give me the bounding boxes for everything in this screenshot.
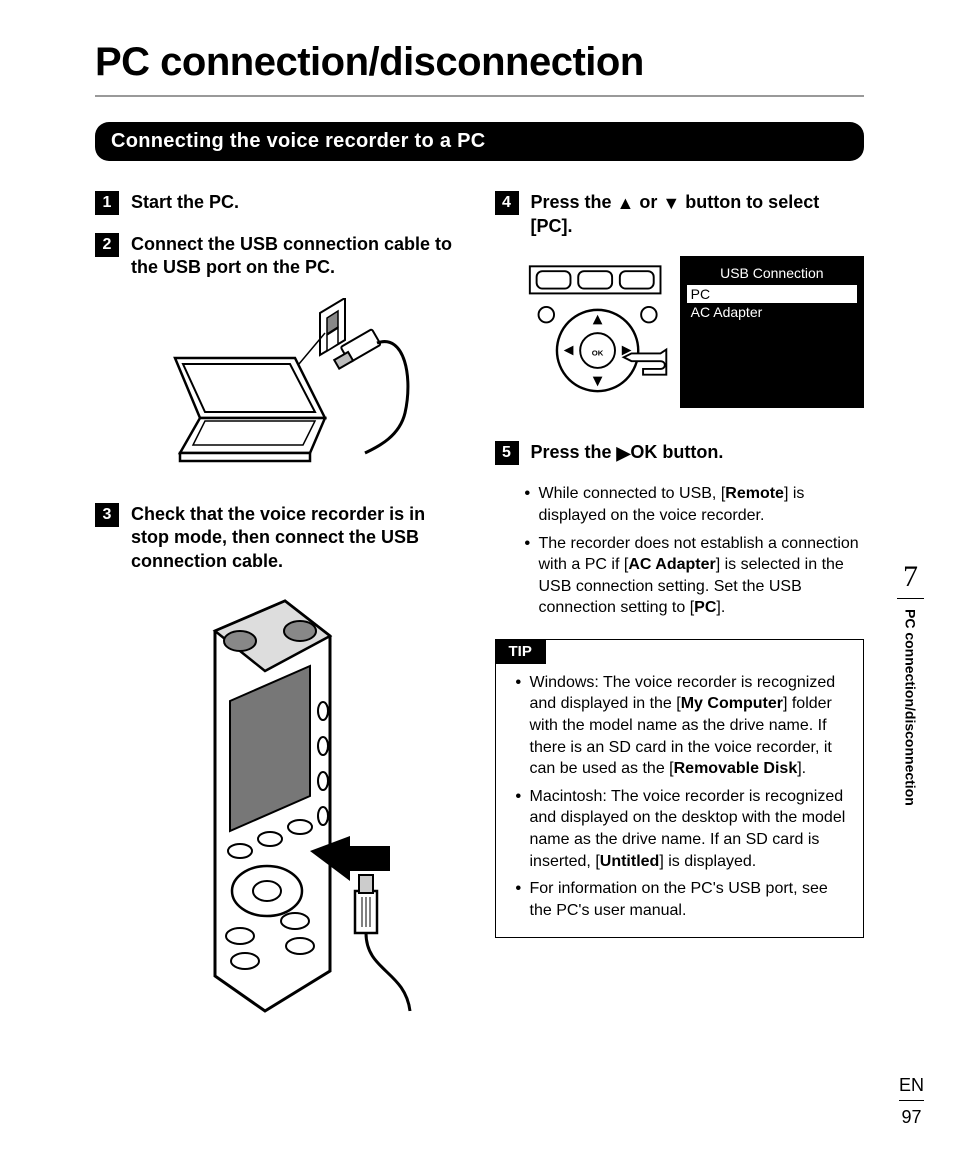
triangle-right-icon: ▶ bbox=[617, 442, 631, 465]
step-number: 5 bbox=[495, 441, 519, 465]
side-tab: 7 PC connection/disconnection bbox=[897, 560, 924, 806]
left-column: 1 Start the PC. 2 Connect the USB connec… bbox=[95, 191, 465, 1071]
list-item: For information on the PC's USB port, se… bbox=[516, 878, 850, 921]
device-screen: USB Connection PC AC Adapter bbox=[680, 256, 864, 408]
page-title: PC connection/disconnection bbox=[95, 40, 864, 85]
tip-box: TIP Windows: The voice recorder is recog… bbox=[495, 639, 865, 939]
tip-label: TIP bbox=[495, 639, 546, 664]
step-4: 4 Press the ▲ or ▼ button to select [PC]… bbox=[495, 191, 865, 238]
list-item: While connected to USB, [Remote] is disp… bbox=[525, 483, 865, 526]
recorder-illustration bbox=[95, 591, 465, 1041]
list-item: The recorder does not establish a connec… bbox=[525, 533, 865, 619]
title-rule bbox=[95, 95, 864, 97]
side-label: PC connection/disconnection bbox=[903, 609, 919, 806]
section-header: Connecting the voice recorder to a PC bbox=[95, 122, 864, 161]
svg-text:OK: OK bbox=[591, 349, 603, 358]
screen-title: USB Connection bbox=[687, 263, 857, 285]
screen-item-ac-adapter: AC Adapter bbox=[687, 303, 857, 321]
step-number: 3 bbox=[95, 503, 119, 527]
list-item: Windows: The voice recorder is recognize… bbox=[516, 672, 850, 780]
step-number: 2 bbox=[95, 233, 119, 257]
right-column: 4 Press the ▲ or ▼ button to select [PC]… bbox=[495, 191, 865, 1071]
laptop-usb-icon bbox=[145, 298, 415, 473]
page-footer: EN 97 bbox=[899, 1075, 924, 1128]
step-number: 1 bbox=[95, 191, 119, 215]
step-text: Press the ▲ or ▼ button to select [PC]. bbox=[531, 191, 865, 238]
step-5: 5 Press the ▶OK button. bbox=[495, 441, 865, 465]
device-screen-row: OK USB Connection PC AC Adapter bbox=[525, 256, 865, 416]
tip-list: Windows: The voice recorder is recognize… bbox=[496, 672, 864, 938]
step-text: Start the PC. bbox=[131, 191, 239, 214]
step-3: 3 Check that the voice recorder is in st… bbox=[95, 503, 465, 573]
device-controls-icon: OK bbox=[525, 256, 670, 416]
laptop-illustration bbox=[95, 298, 465, 473]
triangle-down-icon: ▼ bbox=[662, 192, 680, 215]
screen-item-pc: PC bbox=[687, 285, 857, 303]
step-text: Connect the USB connection cable to the … bbox=[131, 233, 465, 280]
step-1: 1 Start the PC. bbox=[95, 191, 465, 215]
step-text: Check that the voice recorder is in stop… bbox=[131, 503, 465, 573]
list-item: Macintosh: The voice recorder is recogni… bbox=[516, 786, 850, 872]
recorder-usb-icon bbox=[135, 591, 425, 1041]
step-text: Press the ▶OK button. bbox=[531, 441, 724, 465]
page-number: 97 bbox=[899, 1107, 924, 1128]
step-number: 4 bbox=[495, 191, 519, 215]
triangle-up-icon: ▲ bbox=[617, 192, 635, 215]
step-2: 2 Connect the USB connection cable to th… bbox=[95, 233, 465, 280]
step5-notes: While connected to USB, [Remote] is disp… bbox=[495, 483, 865, 619]
chapter-number: 7 bbox=[897, 560, 924, 599]
language-code: EN bbox=[899, 1075, 924, 1101]
